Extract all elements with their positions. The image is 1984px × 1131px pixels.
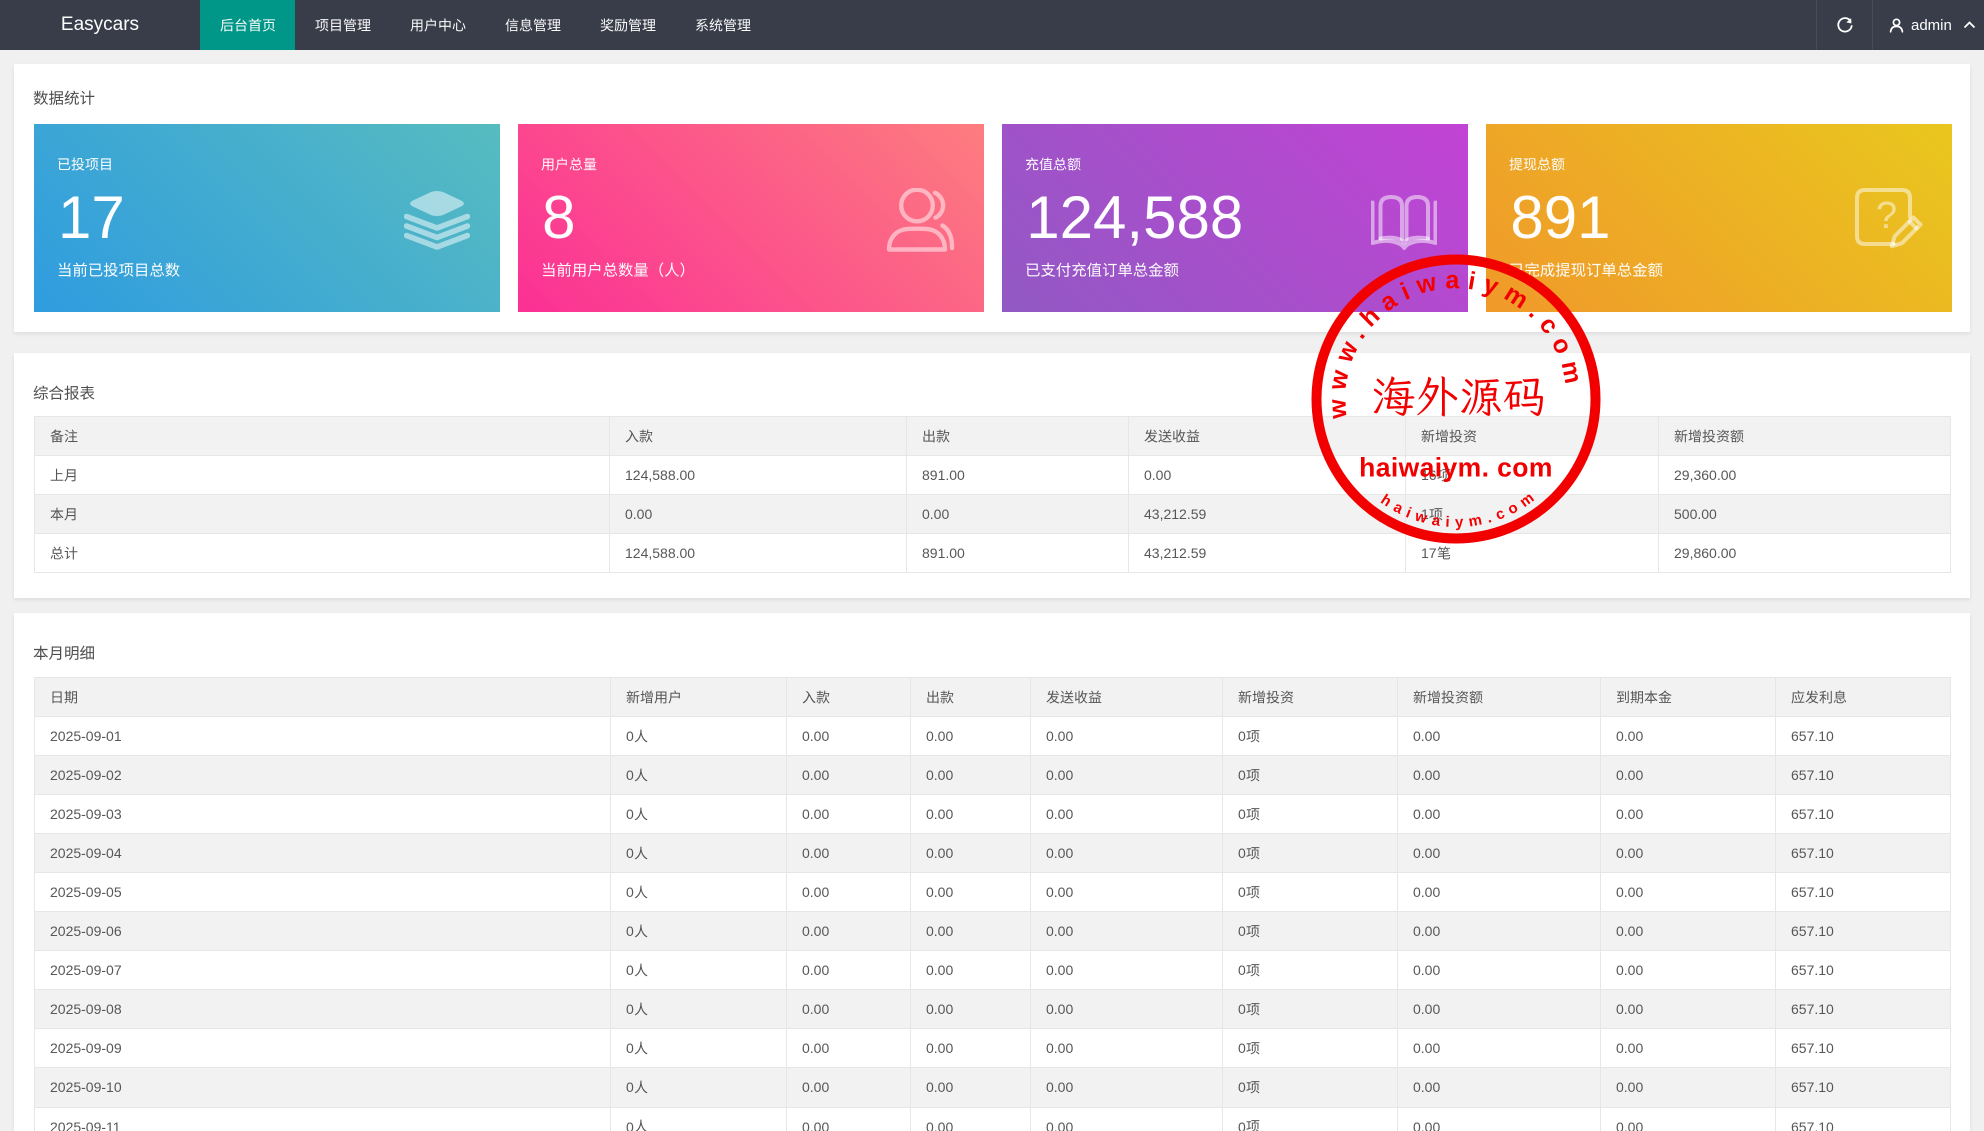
svg-text:haiwaiym. com: haiwaiym. com	[1359, 453, 1553, 483]
svg-text:?: ?	[1876, 195, 1897, 237]
